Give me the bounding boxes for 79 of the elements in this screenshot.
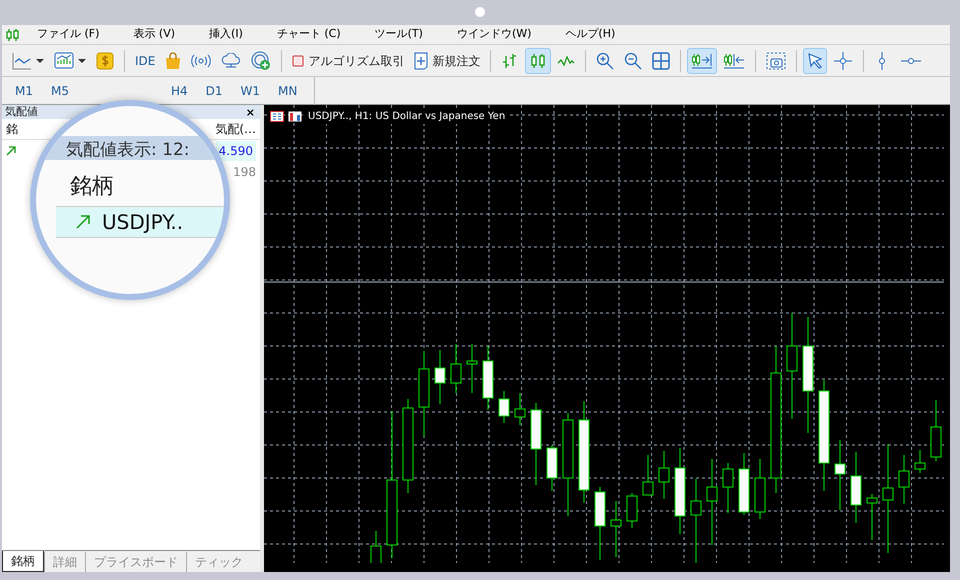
candlestick	[914, 450, 926, 474]
candlestick	[754, 458, 766, 520]
line-chart-icon	[12, 52, 32, 70]
zoom-in-icon	[596, 52, 614, 70]
magnified-column-header: 銘柄	[70, 173, 114, 201]
candlestick	[498, 390, 510, 424]
candlesticks-icon	[529, 52, 548, 68]
menu-item[interactable]: 挿入(I)	[192, 26, 260, 43]
candlestick	[546, 444, 558, 492]
caret-icon	[78, 58, 86, 62]
menu-item[interactable]: チャート (C)	[260, 26, 358, 43]
chart-title: USDJPY.., H1: US Dollar vs Japanese Yen	[306, 109, 508, 124]
candlestick-logo-icon	[6, 28, 20, 40]
candlestick	[722, 462, 734, 514]
price-cell[interactable]: 198	[233, 162, 256, 180]
horizontal-line-icon	[900, 56, 922, 66]
up-arrow-icon	[6, 146, 16, 156]
zoom-out-icon	[624, 52, 642, 70]
candlestick	[866, 494, 878, 540]
dollar-coin-icon	[96, 52, 114, 70]
cloud-icon	[221, 52, 242, 68]
candlestick	[434, 350, 446, 404]
shopping-bag-icon	[165, 52, 182, 70]
table-icon	[270, 111, 284, 122]
cursor-button[interactable]	[803, 48, 828, 74]
candlestick	[610, 500, 622, 558]
close-button[interactable]: ×	[244, 106, 257, 118]
candlestick	[514, 392, 526, 426]
candlestick	[658, 450, 670, 500]
menu-item[interactable]: ツール(T)	[358, 26, 440, 43]
column-header: 気配(…	[215, 121, 256, 138]
magnified-panel-title: 気配値表示: 12:	[66, 139, 190, 162]
timeframe-button[interactable]: W1	[234, 78, 268, 102]
column-header: 銘	[6, 121, 18, 138]
chart-window-icon	[288, 111, 302, 122]
timeframe-button[interactable]: M5	[44, 78, 76, 102]
ide-button[interactable]: IDE	[131, 48, 160, 74]
radar-plus-icon	[251, 50, 272, 70]
zigzag-line-icon	[557, 54, 576, 66]
grid-icon	[652, 52, 670, 70]
candlestick	[482, 346, 494, 410]
stop-square-icon	[292, 54, 304, 66]
new-order-button[interactable]: 新規注文	[410, 48, 484, 74]
autoscroll-button[interactable]	[687, 48, 718, 74]
panel-tab[interactable]: 銘柄	[2, 551, 44, 572]
crosshair-icon	[833, 50, 854, 70]
cursor-arrow-icon	[807, 52, 824, 68]
panel-title: 気配値	[5, 104, 38, 120]
candlestick	[834, 440, 846, 510]
timeframe-button[interactable]: M1	[8, 78, 40, 102]
candlestick	[898, 454, 910, 504]
menu-item[interactable]: ヘルプ(H)	[548, 26, 632, 43]
menu-item[interactable]: ウインドウ(W)	[440, 26, 548, 43]
candlestick	[642, 454, 654, 496]
autoscroll-icon	[691, 52, 714, 70]
timeframe-button[interactable]: D1	[198, 78, 230, 102]
timeframe-button[interactable]: MN	[271, 78, 304, 102]
chart-shift-icon	[723, 52, 746, 70]
menu-item[interactable]: ファイル (F)	[20, 26, 116, 43]
price-cell[interactable]: 4.590	[216, 140, 256, 160]
candlestick-button[interactable]	[525, 48, 552, 74]
menu-item[interactable]: 表示 (V)	[116, 26, 192, 43]
document-plus-icon	[414, 52, 428, 70]
camera-icon	[766, 52, 786, 70]
candlestick	[370, 530, 382, 563]
vertical-line-icon	[877, 50, 888, 70]
candlestick	[738, 452, 750, 516]
candlestick	[450, 344, 462, 394]
chart-window-icon	[54, 52, 74, 70]
timeframe-button[interactable]: H4	[164, 78, 195, 102]
candlestick	[930, 400, 942, 462]
up-arrow-icon	[76, 215, 90, 229]
caret-icon	[36, 58, 44, 62]
candlestick	[626, 492, 638, 528]
magnified-symbol-row[interactable]: USDJPY..	[56, 206, 224, 238]
candlestick	[850, 452, 862, 524]
broadcast-icon	[191, 54, 212, 68]
algo-trading-button[interactable]: アルゴリズム取引	[288, 48, 408, 74]
candlestick	[466, 344, 478, 394]
